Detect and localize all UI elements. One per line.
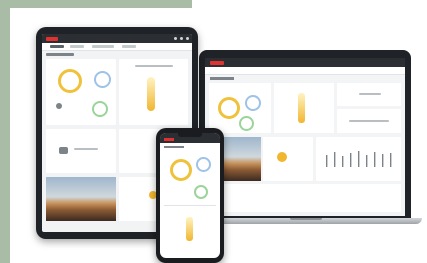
laptop-nav	[205, 67, 405, 75]
menu-icon	[174, 37, 177, 40]
stat-line	[74, 148, 98, 150]
brand-logo	[210, 60, 224, 65]
bulb-icon	[186, 217, 193, 241]
bulb-icon	[298, 93, 305, 123]
page-title-placeholder	[164, 146, 184, 148]
gauge-icon	[58, 69, 82, 93]
gauge-icon	[194, 185, 208, 199]
laptop-card-chart	[274, 83, 334, 133]
laptop-top-bar	[205, 58, 405, 67]
phone-screen	[160, 133, 220, 258]
laptop-card-bars	[316, 137, 401, 181]
tablet-card-chart	[119, 59, 188, 125]
brand-logo	[164, 138, 174, 141]
gauge-icon	[56, 103, 62, 109]
gauge-icon	[170, 159, 192, 181]
tab	[122, 45, 136, 48]
stat-line	[349, 120, 389, 122]
phone-notch	[178, 133, 202, 137]
tablet-photo	[46, 177, 116, 221]
gauge-icon	[245, 95, 261, 111]
background-frame-top	[0, 0, 192, 8]
laptop-notch	[290, 218, 322, 220]
gauge-icon	[92, 101, 108, 117]
background-frame-left	[0, 0, 10, 263]
laptop-card-bottom	[209, 184, 401, 212]
gauge-icon	[218, 97, 240, 119]
page-title-placeholder	[46, 53, 74, 56]
laptop-card-temp	[263, 137, 313, 181]
gauge-icon	[94, 71, 111, 88]
chart-title-placeholder	[135, 65, 173, 67]
tablet-card-stat	[46, 129, 116, 173]
tab-active	[50, 45, 64, 48]
brand-logo	[46, 36, 58, 41]
laptop-card-stat-1	[337, 83, 401, 106]
thermometer-icon	[277, 152, 287, 162]
laptop-screen	[205, 58, 405, 216]
gauge-icon	[196, 157, 211, 172]
tablet-nav-tabs	[42, 43, 192, 51]
laptop-card-gauges	[209, 83, 271, 133]
tab	[70, 45, 84, 48]
laptop-card-stat-2	[337, 109, 401, 133]
bar-sparkline	[326, 151, 392, 167]
user-icon	[180, 37, 183, 40]
settings-icon	[186, 37, 189, 40]
divider	[164, 205, 216, 206]
tablet-top-bar	[42, 34, 192, 43]
gauge-icon	[239, 116, 254, 131]
bulb-icon	[147, 77, 155, 111]
laptop-device	[199, 50, 411, 220]
stat-line	[359, 93, 381, 95]
thermometer-icon	[59, 147, 68, 154]
page-title-placeholder	[210, 77, 234, 80]
tab	[92, 45, 114, 48]
tablet-card-gauges	[46, 59, 116, 125]
phone-device	[156, 128, 224, 263]
